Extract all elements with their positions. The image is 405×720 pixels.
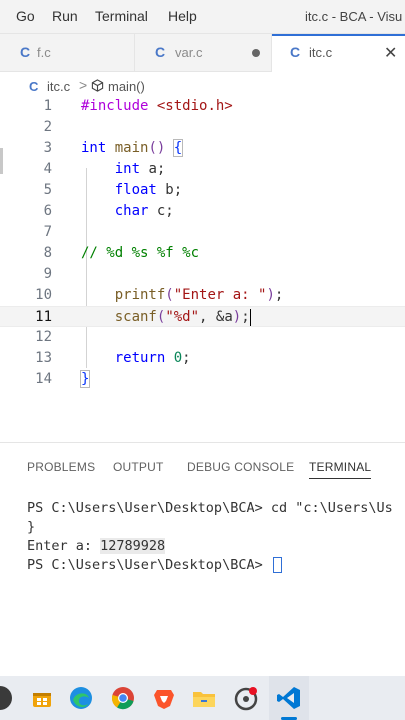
code-line[interactable]: 7 — [0, 222, 405, 243]
line-number: 14 — [35, 371, 52, 387]
code-line[interactable]: 10 printf("Enter a: "); — [0, 285, 405, 306]
breadcrumb-separator: > — [79, 77, 88, 93]
editor-tab-bar: C f.c C var.c C itc.c ✕ — [0, 34, 405, 72]
terminal-line: PS C:\Users\User\Desktop\BCA> cd "c:\Use… — [27, 500, 393, 516]
breadcrumb-symbol[interactable]: main() — [108, 79, 145, 94]
start-icon[interactable] — [0, 684, 14, 712]
tab-terminal[interactable]: TERMINAL — [309, 460, 372, 479]
window-title: itc.c - BCA - Visu — [305, 9, 403, 24]
breadcrumb-file[interactable]: itc.c — [47, 79, 70, 94]
bottom-panel: PROBLEMS OUTPUT DEBUG CONSOLE TERMINAL P… — [0, 442, 405, 652]
menu-help[interactable]: Help — [168, 8, 197, 24]
menu-bar: Go Run Terminal Help itc.c - BCA - Visu — [0, 0, 405, 34]
code-line[interactable]: 9 — [0, 264, 405, 285]
taskbar — [0, 676, 405, 720]
code-line[interactable]: 14 } — [0, 369, 405, 390]
tab-itc-c[interactable]: C itc.c ✕ — [272, 34, 405, 72]
code-editor[interactable]: C itc.c > main() 1 #include <stdio.h> 2 … — [0, 72, 405, 442]
line-number: 7 — [43, 224, 52, 240]
code-line[interactable]: 1 #include <stdio.h> — [0, 96, 405, 117]
symbol-method-icon — [91, 79, 104, 92]
brave-icon[interactable] — [150, 684, 178, 712]
line-number: 11 — [35, 309, 52, 325]
line-number: 6 — [43, 203, 52, 219]
tab-var-c[interactable]: C var.c — [135, 34, 272, 72]
tab-label: var.c — [175, 45, 203, 60]
file-explorer-icon[interactable] — [190, 684, 218, 712]
line-number: 8 — [43, 245, 52, 261]
c-file-icon: C — [155, 44, 166, 60]
menu-run[interactable]: Run — [52, 8, 78, 24]
line-number: 9 — [43, 266, 52, 282]
tab-debug-console[interactable]: DEBUG CONSOLE — [187, 460, 294, 474]
text-cursor — [249, 308, 251, 326]
tab-label: itc.c — [309, 45, 333, 60]
terminal-line: } — [27, 519, 36, 535]
tab-f-c[interactable]: C f.c — [0, 34, 135, 72]
close-icon[interactable]: ✕ — [384, 43, 397, 63]
line-number: 5 — [43, 182, 52, 198]
media-icon[interactable] — [232, 684, 260, 712]
code-line[interactable]: 3 int main() { — [0, 138, 405, 159]
menu-go[interactable]: Go — [16, 8, 35, 24]
menu-terminal[interactable]: Terminal — [95, 8, 148, 24]
c-file-icon: C — [20, 44, 31, 60]
status-area — [0, 652, 405, 676]
code-line-current[interactable]: 11 scanf("%d", &a); — [0, 306, 405, 327]
terminal-line[interactable]: PS C:\Users\User\Desktop\BCA> — [27, 557, 282, 573]
line-number: 4 — [43, 161, 52, 177]
task-view-icon[interactable] — [28, 684, 56, 712]
edge-icon[interactable] — [67, 684, 95, 712]
code-line[interactable]: 2 — [0, 117, 405, 138]
c-file-icon: C — [290, 44, 301, 60]
tab-label: f.c — [37, 45, 51, 60]
line-number: 12 — [35, 329, 52, 345]
code-line[interactable]: 6 char c; — [0, 201, 405, 222]
terminal-cursor — [272, 557, 282, 573]
line-number: 2 — [43, 119, 52, 135]
line-number: 3 — [43, 140, 52, 156]
terminal-input-value[interactable]: 12789928 — [100, 538, 166, 554]
terminal-prompt-text: Enter a: — [27, 538, 101, 554]
c-file-icon: C — [29, 79, 39, 94]
code-comment: // %d %s %f %c — [81, 245, 200, 261]
tab-problems[interactable]: PROBLEMS — [27, 460, 95, 474]
line-number: 10 — [35, 287, 52, 303]
vscode-icon[interactable] — [275, 684, 303, 712]
code-line[interactable]: 4 int a; — [0, 159, 405, 180]
line-number: 1 — [43, 98, 52, 114]
chrome-icon[interactable] — [109, 684, 137, 712]
terminal-prompt: PS C:\Users\User\Desktop\BCA> — [27, 557, 271, 573]
line-number: 13 — [35, 350, 52, 366]
tab-output[interactable]: OUTPUT — [113, 460, 164, 474]
code-line[interactable]: 8 // %d %s %f %c — [0, 243, 405, 264]
code-line[interactable]: 5 float b; — [0, 180, 405, 201]
code-line[interactable]: 13 return 0; — [0, 348, 405, 369]
unsaved-dot-icon[interactable] — [252, 49, 260, 57]
code-line[interactable]: 12 — [0, 327, 405, 348]
terminal-line: Enter a: 12789928 — [27, 538, 166, 554]
